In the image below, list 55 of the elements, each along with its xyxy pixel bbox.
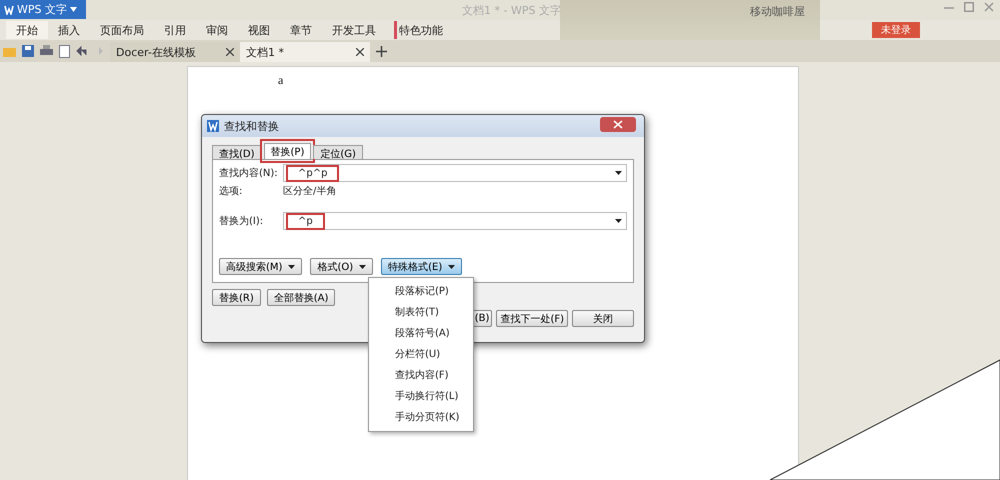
menu-tab[interactable]: 开始	[6, 21, 48, 39]
menu-item[interactable]: 查找内容(F)	[369, 365, 473, 386]
menu-tab[interactable]: 章节	[280, 21, 322, 39]
dropdown-arrow-icon[interactable]	[615, 171, 622, 175]
login-button[interactable]: 未登录	[872, 22, 920, 38]
field-label: 替换为(I):	[219, 214, 264, 228]
dialog-button[interactable]: 查找下一处(F)	[496, 310, 568, 327]
replace-field[interactable]: ^p	[283, 212, 627, 230]
menu-item[interactable]: 段落标记(P)	[369, 281, 473, 302]
field-label: 选项:	[219, 184, 244, 198]
document-text: a	[278, 73, 284, 88]
dropdown-button[interactable]: 高级搜索(M)	[219, 258, 302, 275]
caret-icon	[448, 264, 456, 268]
undo-icon[interactable]	[76, 46, 87, 56]
dialog-tab[interactable]: 查找(D)	[212, 145, 262, 159]
app-menu-button[interactable]: WPS 文字	[0, 0, 86, 19]
app-icon	[207, 120, 219, 132]
print-icon[interactable]	[40, 45, 53, 57]
menu-item[interactable]: 手动换行符(L)	[369, 386, 473, 407]
find-field[interactable]: ^p^p	[283, 164, 627, 182]
menu-tab[interactable]: 视图	[238, 21, 280, 39]
close-button[interactable]	[600, 117, 636, 132]
close-icon[interactable]	[226, 48, 234, 56]
dialog-button[interactable]: (B)	[472, 310, 492, 327]
action-button[interactable]: 替换(R)	[212, 289, 261, 306]
dialog-button[interactable]: 关闭	[572, 310, 634, 327]
menu-item[interactable]: 分栏符(U)	[369, 344, 473, 365]
menu-tab[interactable]: 开发工具	[322, 21, 386, 39]
dialog-tab[interactable]: 定位(G)	[313, 145, 363, 159]
document-tab[interactable]: 文档1 *	[240, 42, 370, 62]
dropdown-button[interactable]: 格式(O)	[310, 258, 374, 275]
document-tab[interactable]: Docer-在线模板	[110, 42, 240, 62]
banner-caption: 移动咖啡屋	[750, 4, 805, 19]
dialog-title: 查找和替换	[224, 118, 279, 134]
menu-tab[interactable]: 审阅	[196, 21, 238, 39]
app-logo-icon	[4, 4, 14, 14]
preview-icon[interactable]	[59, 44, 70, 58]
close-icon[interactable]	[356, 48, 364, 56]
add-icon[interactable]	[376, 46, 387, 57]
save-icon[interactable]	[22, 45, 34, 57]
window-title: 文档1 * - WPS 文字	[462, 3, 561, 18]
caret-icon	[288, 264, 296, 268]
menu-item[interactable]: 手动分页符(K)	[369, 407, 473, 428]
menu-item[interactable]: 段落符号(A)	[369, 323, 473, 344]
caret-icon	[359, 264, 366, 268]
menu-tab[interactable]: 页面布局	[90, 21, 154, 39]
dropdown-button[interactable]: 特殊格式(E)	[381, 258, 462, 275]
options-value: 区分全/半角	[283, 184, 336, 198]
menu-item[interactable]: 制表符(T)	[369, 302, 473, 323]
menu-tab[interactable]: 插入	[48, 21, 90, 39]
dropdown-arrow-icon[interactable]	[615, 219, 622, 223]
action-button[interactable]: 全部替换(A)	[266, 289, 336, 306]
caret-icon	[70, 7, 77, 12]
menu-tab[interactable]: 引用	[154, 21, 196, 39]
field-label: 查找内容(N):	[219, 166, 279, 180]
